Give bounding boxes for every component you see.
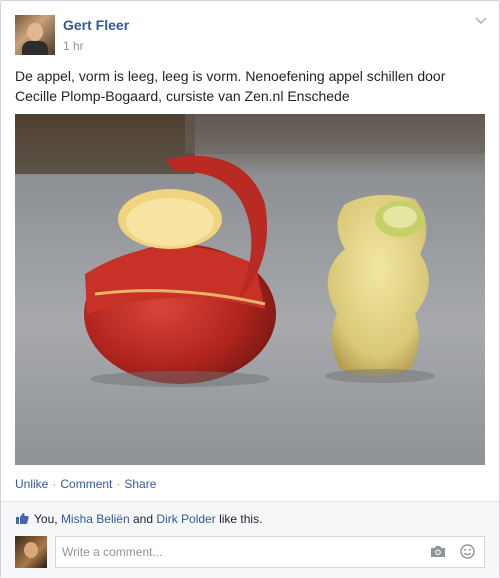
liker-link[interactable]: Dirk Polder	[156, 512, 215, 526]
post-card: Gert Fleer 1 hr De appel, vorm is leeg, …	[0, 0, 500, 578]
separator: ·	[116, 477, 121, 491]
separator: ·	[52, 477, 57, 491]
post-timestamp[interactable]: 1 hr	[63, 39, 84, 53]
user-avatar	[15, 536, 47, 568]
avatar-face	[24, 542, 38, 558]
smiley-icon[interactable]	[460, 544, 475, 564]
comment-link[interactable]: Comment	[60, 477, 112, 491]
comment-placeholder: Write a comment...	[62, 545, 163, 559]
camera-icon[interactable]	[430, 545, 446, 563]
unlike-link[interactable]: Unlike	[15, 477, 48, 491]
share-link[interactable]: Share	[124, 477, 156, 491]
post-header: Gert Fleer 1 hr	[15, 15, 487, 55]
feedback-section: You, Misha Beliën and Dirk Polder like t…	[1, 501, 499, 578]
post-photo[interactable]	[15, 114, 485, 465]
author-avatar[interactable]	[15, 15, 55, 55]
comment-composer: Write a comment...	[15, 536, 485, 568]
post-actions: Unlike · Comment · Share	[15, 477, 156, 491]
likes-and: and	[132, 512, 154, 526]
comment-input[interactable]: Write a comment...	[55, 536, 485, 568]
thumbs-up-icon	[15, 512, 29, 528]
likes-suffix: like this.	[219, 512, 263, 526]
likes-you: You,	[34, 512, 58, 526]
avatar-face	[27, 23, 43, 41]
likes-summary: You, Misha Beliën and Dirk Polder like t…	[15, 512, 262, 528]
liker-link[interactable]: Misha Beliën	[61, 512, 130, 526]
avatar-shirt	[22, 41, 48, 55]
author-name[interactable]: Gert Fleer	[63, 17, 129, 33]
chevron-down-icon[interactable]	[475, 17, 487, 25]
post-text: De appel, vorm is leeg, leeg is vorm. Ne…	[15, 68, 446, 104]
